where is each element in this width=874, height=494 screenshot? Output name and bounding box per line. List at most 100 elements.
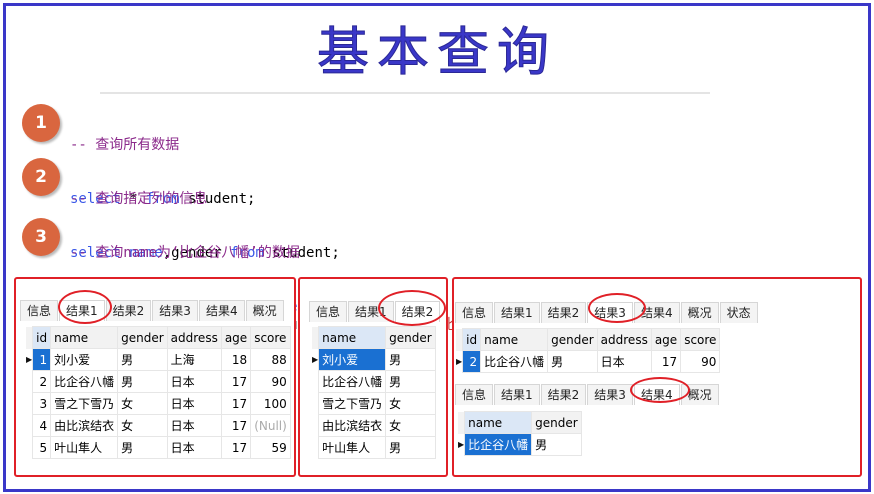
table-cell[interactable]: 女 bbox=[117, 414, 168, 437]
table-row[interactable]: 5 叶山隼人男日本 17 59 bbox=[26, 436, 291, 459]
table-cell[interactable]: 雪之下雪乃 bbox=[50, 392, 119, 415]
tab-结果3[interactable]: 结果3 bbox=[587, 384, 633, 405]
table-cell[interactable]: 59 bbox=[250, 436, 291, 459]
column-header-gender[interactable]: gender bbox=[547, 328, 598, 351]
tab-结果2[interactable]: 结果2 bbox=[540, 384, 587, 405]
tab-结果1[interactable]: 结果1 bbox=[348, 301, 394, 322]
table-cell[interactable]: 上海 bbox=[166, 348, 222, 371]
result-tabs: 信息 结果1 结果2 结果3 结果4 概况 状态 bbox=[455, 302, 759, 323]
tab-信息[interactable]: 信息 bbox=[455, 302, 494, 323]
table-cell[interactable]: 女 bbox=[385, 414, 436, 437]
table-cell[interactable]: (Null) bbox=[250, 414, 291, 437]
table-cell[interactable]: 男 bbox=[117, 370, 168, 393]
column-header-id[interactable]: id bbox=[462, 328, 482, 351]
table-cell[interactable]: 日本 bbox=[166, 392, 222, 415]
tab-信息[interactable]: 信息 bbox=[309, 301, 348, 322]
tab-结果4[interactable]: 结果4 bbox=[198, 300, 245, 321]
table-row[interactable]: 叶山隼人男 bbox=[312, 436, 436, 459]
table-cell[interactable]: 男 bbox=[117, 348, 168, 371]
table-cell[interactable]: 男 bbox=[531, 433, 582, 456]
table-row[interactable]: 由比滨结衣女 bbox=[312, 414, 436, 437]
table-cell[interactable]: 90 bbox=[250, 370, 291, 393]
column-header-score[interactable]: score bbox=[680, 328, 721, 351]
table-cell[interactable]: 男 bbox=[547, 350, 598, 373]
table-row[interactable]: 雪之下雪乃女 bbox=[312, 392, 436, 415]
table-row[interactable]: 4 由比滨结衣女日本 17 (Null) bbox=[26, 414, 291, 437]
column-header-gender[interactable]: gender bbox=[385, 326, 436, 349]
table-cell[interactable]: 女 bbox=[117, 392, 168, 415]
table-cell[interactable]: 17 bbox=[220, 392, 252, 415]
tab-信息[interactable]: 信息 bbox=[455, 384, 494, 405]
tab-结果3[interactable]: 结果3 bbox=[152, 300, 198, 321]
table-cell[interactable]: 日本 bbox=[166, 370, 222, 393]
table-cell[interactable]: 叶山隼人 bbox=[318, 436, 387, 459]
table-cell[interactable]: 100 bbox=[250, 392, 291, 415]
tab-概况[interactable]: 概况 bbox=[680, 384, 719, 405]
column-header-name[interactable]: name bbox=[50, 326, 119, 349]
tab-概况[interactable]: 概况 bbox=[680, 302, 719, 323]
column-header-address[interactable]: address bbox=[166, 326, 222, 349]
column-header-gender[interactable]: gender bbox=[531, 411, 582, 434]
table-cell[interactable]: 雪之下雪乃 bbox=[318, 392, 387, 415]
table-cell[interactable]: 18 bbox=[220, 348, 252, 371]
table-row[interactable]: 比企谷八幡男 bbox=[312, 370, 436, 393]
column-header-age[interactable]: age bbox=[220, 326, 252, 349]
table-cell[interactable]: 刘小爱 bbox=[318, 348, 387, 371]
table-row[interactable]: ▶ 1 刘小爱男上海 18 88 bbox=[26, 348, 291, 371]
table-cell[interactable]: 4 bbox=[32, 414, 52, 437]
tab-结果4[interactable]: 结果4 bbox=[633, 384, 680, 405]
result-panel-3: 信息 结果1 结果2 结果3 结果4 概况 状态 id name gender address ag… bbox=[452, 277, 862, 477]
table-cell[interactable]: 日本 bbox=[166, 414, 222, 437]
tab-概况[interactable]: 概况 bbox=[245, 300, 284, 321]
table-cell[interactable]: 比企谷八幡 bbox=[464, 433, 533, 456]
table-cell[interactable]: 3 bbox=[32, 392, 52, 415]
tab-结果1[interactable]: 结果1 bbox=[59, 300, 105, 321]
tab-结果4[interactable]: 结果4 bbox=[633, 302, 680, 323]
tab-结果1[interactable]: 结果1 bbox=[494, 384, 540, 405]
table-cell[interactable]: 由比滨结衣 bbox=[318, 414, 387, 437]
table-row[interactable]: ▶ 刘小爱男 bbox=[312, 348, 436, 371]
table-cell[interactable]: 88 bbox=[250, 348, 291, 371]
column-header-name[interactable]: name bbox=[318, 326, 387, 349]
table-cell[interactable]: 男 bbox=[117, 436, 168, 459]
tab-结果3[interactable]: 结果3 bbox=[587, 302, 633, 323]
table-row[interactable]: ▶ 2 比企谷八幡男日本 17 90 bbox=[456, 350, 721, 373]
table-cell[interactable]: 刘小爱 bbox=[50, 348, 119, 371]
column-header-gender[interactable]: gender bbox=[117, 326, 168, 349]
tab-结果2[interactable]: 结果2 bbox=[394, 301, 441, 322]
tab-结果2[interactable]: 结果2 bbox=[540, 302, 587, 323]
tab-结果1[interactable]: 结果1 bbox=[494, 302, 540, 323]
tab-信息[interactable]: 信息 bbox=[20, 300, 59, 321]
table-cell[interactable]: 2 bbox=[462, 350, 482, 373]
column-header-address[interactable]: address bbox=[596, 328, 652, 351]
table-cell[interactable]: 比企谷八幡 bbox=[50, 370, 119, 393]
column-header-name[interactable]: name bbox=[480, 328, 549, 351]
column-header-age[interactable]: age bbox=[650, 328, 682, 351]
table-cell[interactable]: 女 bbox=[385, 392, 436, 415]
tab-结果2[interactable]: 结果2 bbox=[105, 300, 152, 321]
table-cell[interactable]: 男 bbox=[385, 348, 436, 371]
table-cell[interactable]: 比企谷八幡 bbox=[318, 370, 387, 393]
table-cell[interactable]: 90 bbox=[680, 350, 721, 373]
table-cell[interactable]: 1 bbox=[32, 348, 52, 371]
table-cell[interactable]: 17 bbox=[220, 414, 252, 437]
table-cell[interactable]: 17 bbox=[220, 370, 252, 393]
tab-状态[interactable]: 状态 bbox=[719, 302, 758, 323]
table-cell[interactable]: 17 bbox=[650, 350, 682, 373]
table-row[interactable]: 2 比企谷八幡男日本 17 90 bbox=[26, 370, 291, 393]
table-cell[interactable]: 日本 bbox=[596, 350, 652, 373]
table-cell[interactable]: 比企谷八幡 bbox=[480, 350, 549, 373]
table-cell[interactable]: 男 bbox=[385, 436, 436, 459]
table-cell[interactable]: 叶山隼人 bbox=[50, 436, 119, 459]
table-cell[interactable]: 17 bbox=[220, 436, 252, 459]
table-cell[interactable]: 日本 bbox=[166, 436, 222, 459]
column-header-id[interactable]: id bbox=[32, 326, 52, 349]
table-row[interactable]: 3 雪之下雪乃女日本 17 100 bbox=[26, 392, 291, 415]
table-cell[interactable]: 由比滨结衣 bbox=[50, 414, 119, 437]
column-header-name[interactable]: name bbox=[464, 411, 533, 434]
table-cell[interactable]: 5 bbox=[32, 436, 52, 459]
table-cell[interactable]: 男 bbox=[385, 370, 436, 393]
column-header-score[interactable]: score bbox=[250, 326, 291, 349]
table-cell[interactable]: 2 bbox=[32, 370, 52, 393]
table-row[interactable]: ▶ 比企谷八幡男 bbox=[458, 433, 582, 456]
